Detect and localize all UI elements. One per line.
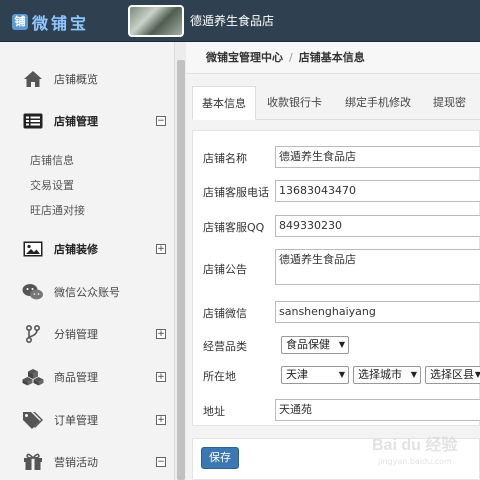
baidu-watermark: Bai du 经验 jingyan.baidu.com xyxy=(370,428,480,468)
image-icon xyxy=(22,239,44,259)
breadcrumb: 微铺宝管理中心 / 店铺基本信息 xyxy=(186,42,480,74)
city-select-value: 选择城市 xyxy=(358,368,402,381)
watermark-subtext: jingyan.baidu.com xyxy=(377,457,452,466)
sidebar-item-label: 店铺管理 xyxy=(54,115,98,128)
sidebar-subitem-shop-info[interactable]: 店铺信息 xyxy=(30,152,74,168)
dropdown-arrow-icon: ▼ xyxy=(474,370,480,379)
sidebar-item-wechat-account[interactable]: 微信公众账号 xyxy=(0,277,174,307)
save-button[interactable]: 保存 xyxy=(201,447,239,469)
sidebar-item-distribution[interactable]: 分销管理 + xyxy=(0,319,174,349)
district-select[interactable]: 选择区县 ▼ xyxy=(425,366,480,384)
province-select[interactable]: 天津 ▼ xyxy=(281,366,349,384)
phone-label: 店铺客服电话 xyxy=(203,186,269,199)
sidebar-item-shop-management[interactable]: 店铺管理 − xyxy=(0,106,174,136)
sidebar-item-orders[interactable]: 订单管理 + xyxy=(0,405,174,435)
expand-icon[interactable]: + xyxy=(156,244,166,254)
breadcrumb-root[interactable]: 微铺宝管理中心 xyxy=(206,51,283,64)
expand-icon[interactable]: + xyxy=(156,415,166,425)
branch-icon xyxy=(22,324,44,344)
gift-icon xyxy=(22,452,44,472)
sidebar: 店铺概览 店铺管理 − 店铺信息 交易设置 旺店通对接 店铺装修 + 微信公众账… xyxy=(0,42,174,480)
sidebar-item-label: 微信公众账号 xyxy=(54,286,120,299)
location-label: 所在地 xyxy=(203,370,236,383)
main-content: 微铺宝管理中心 / 店铺基本信息 基本信息 收款银行卡 绑定手机修改 提现密码 店铺… xyxy=(186,42,480,480)
district-select-value: 选择区县 xyxy=(430,368,474,381)
tab-bind-phone[interactable]: 绑定手机修改 xyxy=(336,86,420,120)
expand-icon[interactable]: + xyxy=(156,329,166,339)
sidebar-item-products[interactable]: 商品管理 + xyxy=(0,362,174,392)
tab-bar: 基本信息 收款银行卡 绑定手机修改 提现密码 xyxy=(192,86,480,143)
breadcrumb-separator: / xyxy=(289,51,293,64)
qq-field[interactable]: 849330230 xyxy=(275,215,480,237)
shop-name-label: 店铺名称 xyxy=(203,152,247,165)
collapse-icon[interactable]: − xyxy=(156,457,166,467)
watermark-text: Bai du 经验 xyxy=(372,435,458,454)
notice-label: 店铺公告 xyxy=(203,263,247,276)
app-logo[interactable]: 铺 微铺宝 xyxy=(12,12,90,33)
sidebar-subitem-wangdiantong[interactable]: 旺店通对接 xyxy=(30,202,85,218)
sidebar-item-label: 店铺装修 xyxy=(54,243,98,256)
cubes-icon xyxy=(22,367,44,387)
wechat-icon xyxy=(22,282,44,302)
sidebar-subitem-trade-settings[interactable]: 交易设置 xyxy=(30,177,74,193)
scrollbar-thumb[interactable] xyxy=(177,60,185,480)
address-label: 地址 xyxy=(203,405,225,418)
qq-label: 店铺客服QQ xyxy=(203,221,265,234)
list-icon xyxy=(22,111,44,131)
expand-icon[interactable]: + xyxy=(156,372,166,382)
wechat-label: 店铺微信 xyxy=(203,307,247,320)
category-select-value: 食品保健 xyxy=(286,338,330,351)
shop-name-field[interactable]: 德遁养生食品店 xyxy=(275,146,480,168)
wechat-field[interactable]: sanshenghaiyang xyxy=(275,301,480,323)
sidebar-item-label: 订单管理 xyxy=(54,414,98,427)
tags-icon xyxy=(22,410,44,430)
collapse-icon[interactable]: − xyxy=(156,116,166,126)
shop-avatar[interactable] xyxy=(128,5,184,37)
notice-textarea[interactable]: 德遁养生食品店 xyxy=(275,249,480,285)
sidebar-item-label: 营销活动 xyxy=(54,456,98,469)
dropdown-arrow-icon: ▼ xyxy=(338,340,345,349)
province-select-value: 天津 xyxy=(286,368,308,381)
breadcrumb-current: 店铺基本信息 xyxy=(298,51,365,64)
top-bar: 铺 微铺宝 德遁养生食品店 xyxy=(0,0,480,42)
category-label: 经营品类 xyxy=(203,340,247,353)
category-select[interactable]: 食品保健 ▼ xyxy=(281,336,349,354)
dropdown-arrow-icon: ▼ xyxy=(410,370,417,379)
logo-badge: 铺 xyxy=(12,14,28,30)
tab-bank-card[interactable]: 收款银行卡 xyxy=(258,86,331,120)
sidebar-item-shop-decoration[interactable]: 店铺装修 + xyxy=(0,234,174,264)
phone-field[interactable]: 13683043470 xyxy=(275,180,480,202)
dropdown-arrow-icon: ▼ xyxy=(338,370,345,379)
address-field[interactable]: 天通苑 xyxy=(275,399,480,421)
sidebar-scrollbar[interactable] xyxy=(174,42,186,480)
sidebar-item-overview[interactable]: 店铺概览 xyxy=(0,64,174,94)
sidebar-item-label: 商品管理 xyxy=(54,371,98,384)
logo-text: 微铺宝 xyxy=(32,14,90,33)
sidebar-item-label: 店铺概览 xyxy=(54,73,98,86)
sidebar-item-marketing[interactable]: 营销活动 − xyxy=(0,447,174,477)
tab-basic-info[interactable]: 基本信息 xyxy=(192,86,256,120)
shop-name[interactable]: 德遁养生食品店 xyxy=(190,12,274,29)
tab-withdraw-password[interactable]: 提现密码 xyxy=(424,86,480,143)
city-select[interactable]: 选择城市 ▼ xyxy=(353,366,421,384)
basic-info-form: 店铺名称 德遁养生食品店 店铺客服电话 13683043470 店铺客服QQ 8… xyxy=(192,130,480,426)
sidebar-item-label: 分销管理 xyxy=(54,328,98,341)
home-icon xyxy=(22,69,44,89)
